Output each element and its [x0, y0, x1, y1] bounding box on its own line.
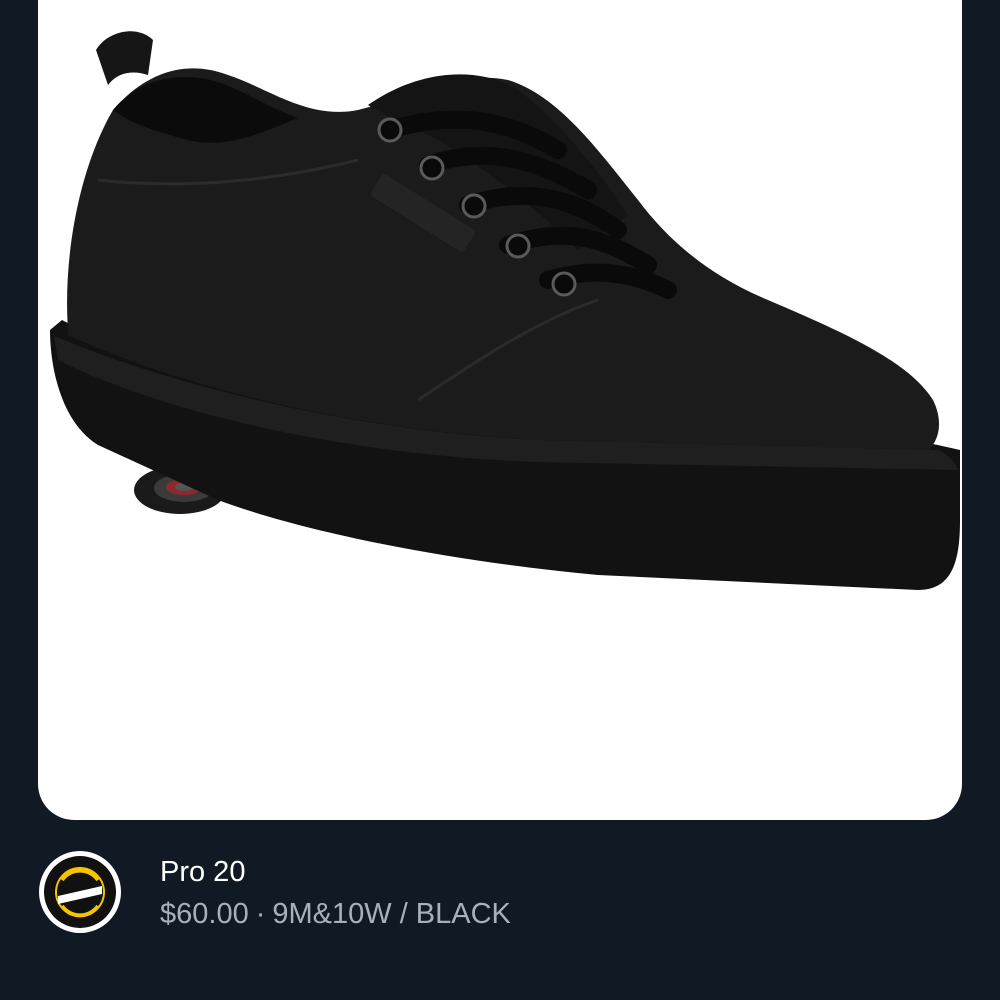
product-price: $60.00	[160, 898, 249, 930]
product-price-variant: $60.00 · 9M&10W / BLACK	[160, 896, 511, 932]
product-screen: Pro 20 $60.00 · 9M&10W / BLACK	[0, 0, 1000, 1000]
meta-separator: ·	[255, 898, 266, 930]
product-image[interactable]	[38, 0, 962, 820]
product-variant: 9M&10W / BLACK	[272, 898, 511, 930]
product-name[interactable]: Pro 20	[160, 854, 245, 890]
product-image-card[interactable]	[38, 0, 962, 820]
heelys-logo[interactable]	[38, 850, 122, 934]
